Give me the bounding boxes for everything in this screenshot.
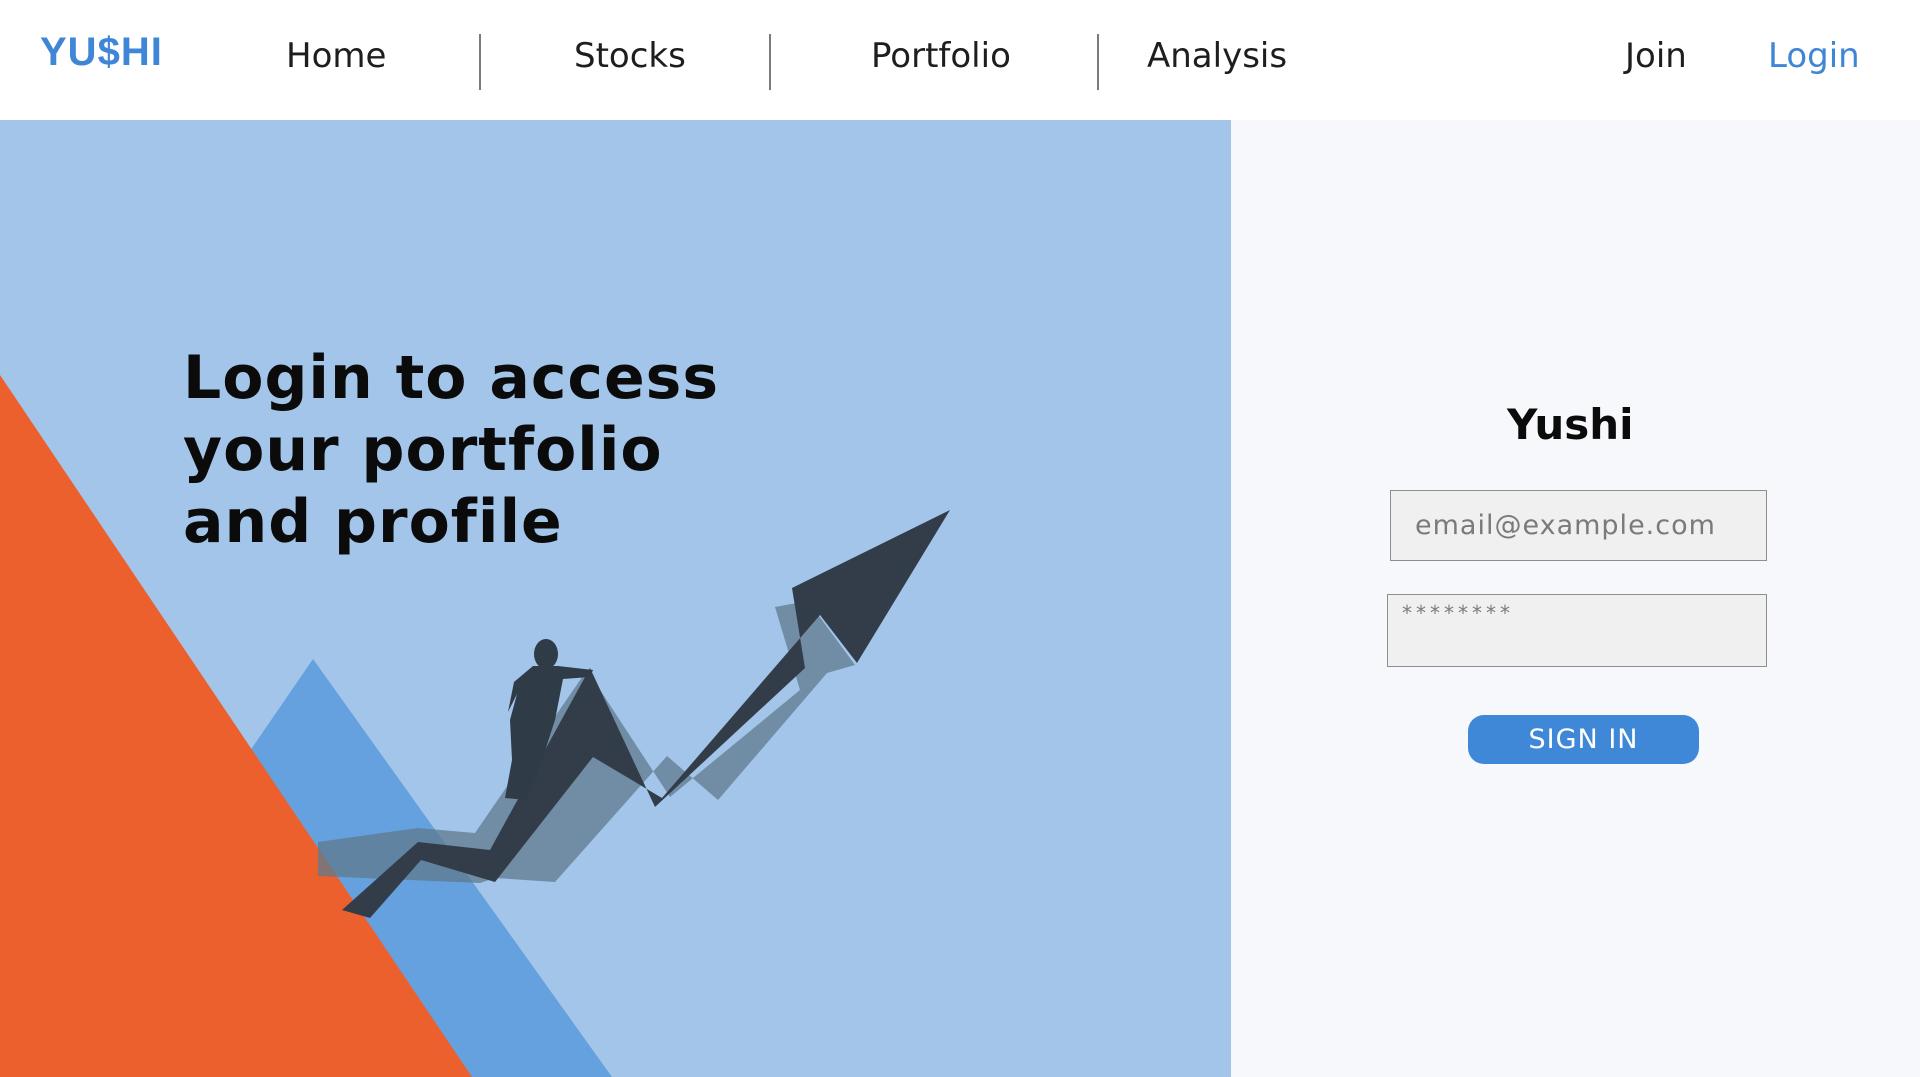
password-field[interactable] <box>1387 594 1767 667</box>
join-link[interactable]: Join <box>1625 36 1687 76</box>
sign-in-button[interactable]: SIGN IN <box>1468 715 1699 764</box>
hero-title: Login to access your portfolio and profi… <box>183 342 803 558</box>
login-panel: Yushi SIGN IN <box>1231 120 1920 1077</box>
nav-divider <box>1097 34 1099 90</box>
top-nav-bar: YU$HI Home Stocks Portfolio Analysis Joi… <box>0 0 1920 120</box>
nav-divider <box>479 34 481 90</box>
hero-title-line: your portfolio <box>183 415 663 485</box>
login-link[interactable]: Login <box>1768 36 1860 76</box>
login-panel-title: Yushi <box>1507 400 1634 449</box>
growth-arrow-icon <box>342 510 950 918</box>
hero-title-line: Login to access <box>183 343 720 413</box>
nav-portfolio[interactable]: Portfolio <box>871 36 1011 76</box>
hero-illustration <box>0 375 950 1077</box>
hero-title-line: and profile <box>183 487 563 557</box>
nav-home[interactable]: Home <box>286 36 386 76</box>
hero-banner: Login to access your portfolio and profi… <box>0 120 1231 1077</box>
logo[interactable]: YU$HI <box>40 30 163 75</box>
nav-analysis[interactable]: Analysis <box>1147 36 1287 76</box>
nav-stocks[interactable]: Stocks <box>574 36 686 76</box>
nav-divider <box>769 34 771 90</box>
email-field[interactable] <box>1390 490 1767 561</box>
